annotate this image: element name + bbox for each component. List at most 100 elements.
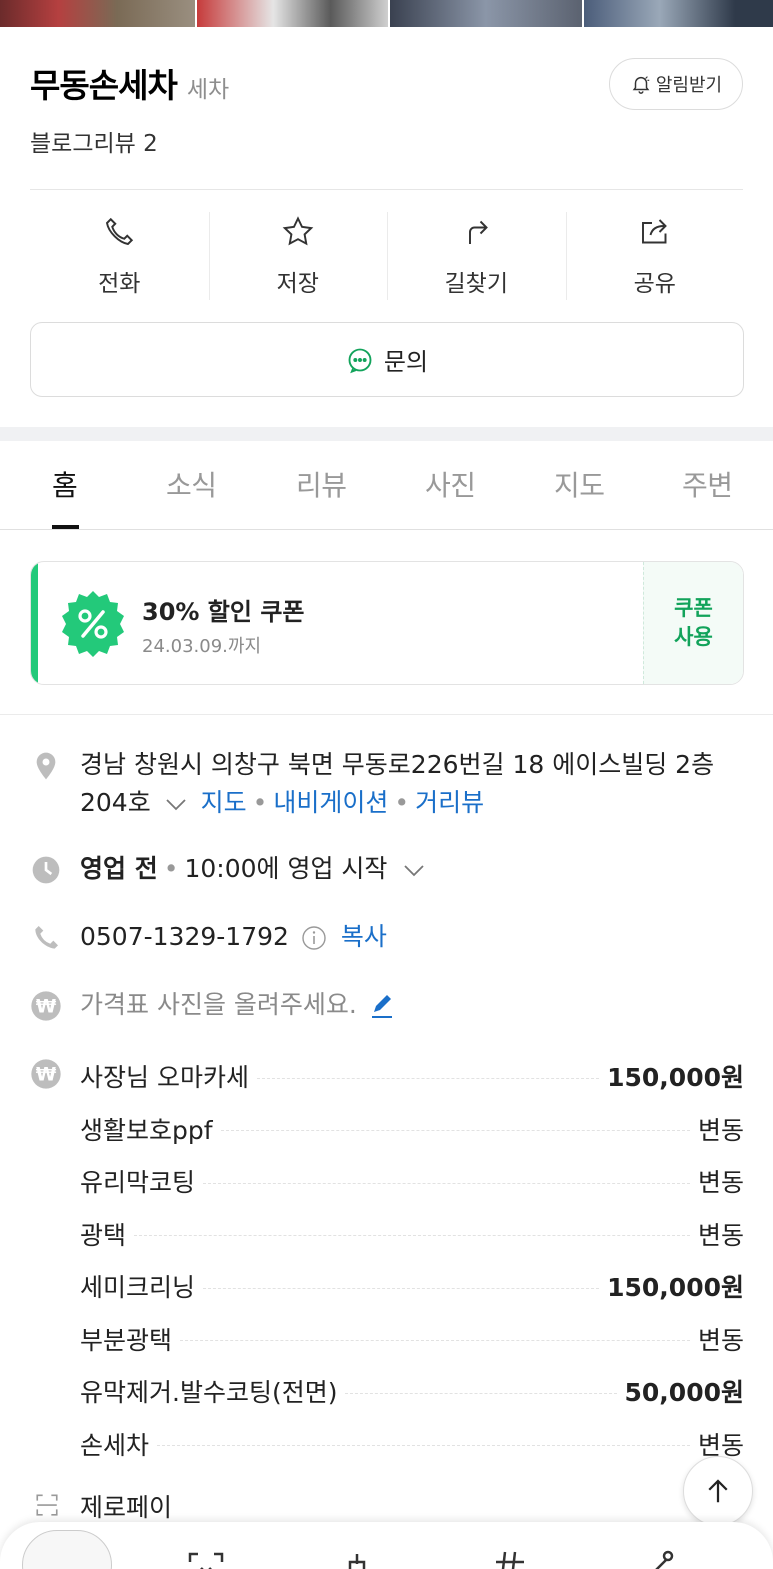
- tab-home[interactable]: 홈: [52, 464, 78, 504]
- menu-item: 생활보호ppf 변동: [30, 1103, 744, 1156]
- map-link[interactable]: 지도: [201, 788, 247, 817]
- menu-leader: [203, 1182, 690, 1184]
- price-photo-prompt: 가격표 사진을 올려주세요.: [80, 990, 357, 1019]
- call-label: 전화: [98, 271, 141, 297]
- place-photo-2[interactable]: [196, 0, 388, 27]
- menu-item-price: 변동: [697, 1115, 744, 1145]
- tab-photos[interactable]: 사진: [425, 464, 476, 504]
- lens-icon[interactable]: [186, 1548, 226, 1569]
- separator-dot: •: [252, 788, 268, 817]
- clip-icon[interactable]: [340, 1548, 380, 1569]
- share-icon[interactable]: [640, 1548, 680, 1569]
- menu-item-price: 변동: [697, 1325, 744, 1355]
- hours-status: 영업 전: [80, 854, 158, 883]
- menu-item-price: 150,000원: [607, 1063, 744, 1093]
- menu-item-price: 변동: [697, 1168, 744, 1198]
- percent-badge-icon: [62, 591, 124, 657]
- alarm-button[interactable]: 알림받기: [609, 58, 743, 110]
- menu-leader: [220, 1130, 690, 1132]
- divider: [30, 189, 743, 190]
- phone-number[interactable]: 0507-1329-1792: [80, 922, 289, 951]
- tab-news[interactable]: 소식: [166, 464, 217, 504]
- hours-row[interactable]: 영업 전 • 10:00에 영업 시작: [30, 850, 743, 890]
- menu-item: 부분광택 변동: [30, 1313, 744, 1366]
- phone-row: 0507-1329-1792 복사: [30, 918, 743, 958]
- navigation-link[interactable]: 내비게이션: [273, 788, 388, 817]
- menu-leader: [134, 1235, 690, 1237]
- chevron-down-icon[interactable]: [163, 794, 189, 814]
- chat-icon: [348, 348, 372, 373]
- chevron-down-icon[interactable]: [401, 860, 427, 880]
- menu-item-price: 50,000원: [624, 1378, 744, 1408]
- menu-item: 세미크리닝 150,000원: [30, 1260, 744, 1313]
- menu-item-price: 변동: [697, 1220, 744, 1250]
- menu-item: 유리막코팅 변동: [30, 1155, 744, 1208]
- location-pin-icon: [36, 752, 56, 780]
- menu-item-name: 유막제거.발수코팅(전면): [30, 1373, 346, 1410]
- clock-icon: [32, 856, 60, 884]
- title-row: 무동손세차 세차: [30, 59, 229, 107]
- info-icon[interactable]: [301, 925, 327, 951]
- directions-icon: [469, 220, 489, 244]
- share-label: 공유: [633, 271, 676, 297]
- menu-item-name: 생활보호ppf: [30, 1110, 221, 1147]
- bell-icon: [632, 76, 650, 94]
- place-name: 무동손세차: [30, 66, 178, 105]
- scan-icon: [36, 1494, 58, 1516]
- inquiry-label: 문의: [383, 348, 429, 376]
- directions-label: 길찾기: [444, 271, 508, 297]
- menu-item-name: 유리막코팅: [30, 1163, 204, 1200]
- review-summary[interactable]: 블로그리뷰 2: [30, 124, 158, 158]
- directions-button[interactable]: 길찾기: [387, 212, 566, 300]
- separator-dot: •: [163, 854, 179, 883]
- tab-bar: 홈 소식 리뷰 사진 지도 주변: [0, 441, 773, 530]
- won-icon: ₩: [31, 991, 61, 1021]
- place-header: 무동손세차 세차 블로그리뷰 2 알림받기 전화 저장 길찾기 공유 문의: [0, 27, 773, 427]
- coupon-accent: [31, 562, 38, 684]
- street-view-link[interactable]: 거리뷰: [415, 788, 484, 817]
- bottom-toolbar: [0, 1522, 773, 1569]
- phone-icon: [106, 217, 134, 246]
- share-button[interactable]: 공유: [565, 212, 745, 300]
- coupon-use-label-2: 사용: [674, 625, 713, 649]
- menu-item-name: 세미크리닝: [30, 1268, 204, 1305]
- save-button[interactable]: 저장: [208, 212, 388, 300]
- place-category: 세차: [186, 77, 230, 103]
- call-button[interactable]: 전화: [30, 212, 209, 300]
- star-icon: [282, 216, 314, 246]
- address-row: 경남 창원시 의창구 북면 무동로226번길 18 에이스빌딩 2층 204호 …: [30, 746, 743, 826]
- coupon-valid-until: 24.03.09.까지: [142, 636, 261, 657]
- place-photo-3[interactable]: [390, 0, 582, 27]
- action-bar: 전화 저장 길찾기 공유: [30, 212, 744, 300]
- tab-thumbnail[interactable]: [22, 1530, 112, 1569]
- coupon-title: 30% 할인 쿠폰: [142, 598, 305, 626]
- coupon-card[interactable]: 30% 할인 쿠폰 24.03.09.까지 쿠폰 사용: [30, 561, 744, 685]
- inquiry-button[interactable]: 문의: [30, 322, 744, 397]
- price-photo-row[interactable]: ₩ 가격표 사진을 올려주세요.: [30, 986, 743, 1026]
- menu-item-price: 150,000원: [607, 1273, 744, 1303]
- hashtag-icon[interactable]: [490, 1548, 530, 1569]
- svg-text:₩: ₩: [36, 997, 57, 1018]
- scroll-top-button[interactable]: [683, 1456, 753, 1526]
- copy-phone-button[interactable]: 복사: [341, 922, 387, 951]
- tab-nearby[interactable]: 주변: [682, 464, 733, 504]
- place-photo-1[interactable]: [0, 0, 195, 27]
- save-label: 저장: [276, 271, 319, 297]
- menu-item: 광택 변동: [30, 1208, 744, 1261]
- photo-strip[interactable]: [0, 0, 773, 27]
- hours-detail: 10:00에 영업 시작: [184, 854, 388, 883]
- tab-reviews[interactable]: 리뷰: [296, 464, 347, 504]
- address-detail: 204호: [80, 788, 151, 817]
- coupon-use-button[interactable]: 쿠폰 사용: [643, 562, 743, 684]
- place-photo-4[interactable]: [583, 0, 773, 27]
- tab-map[interactable]: 지도: [554, 464, 605, 504]
- menu-leader: [345, 1392, 617, 1394]
- pencil-icon[interactable]: [369, 993, 395, 1019]
- alarm-label: 알림받기: [655, 75, 723, 96]
- menu-leader: [157, 1445, 690, 1447]
- payment-label: 제로페이: [80, 1493, 173, 1522]
- menu-item: 사장님 오마카세 150,000원: [30, 1050, 744, 1103]
- menu-item-name: 광택: [30, 1215, 135, 1252]
- won-icon: ₩: [31, 1059, 61, 1089]
- menu-item-name: 손세차: [30, 1425, 158, 1462]
